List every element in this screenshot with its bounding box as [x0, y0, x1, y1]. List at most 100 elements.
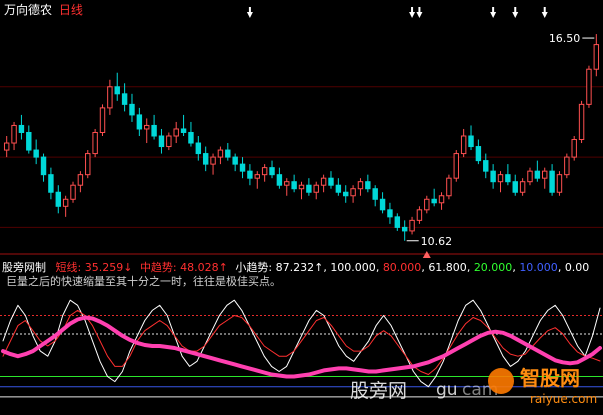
candle-body [490, 170, 496, 183]
high-price-label: 16.50 [549, 32, 581, 45]
candle-body [166, 135, 172, 148]
chart-background [0, 0, 603, 415]
candle-body [92, 131, 98, 155]
candle-body [556, 174, 563, 193]
candle-body [62, 198, 69, 207]
candle-body [70, 184, 76, 200]
candle-body [254, 174, 260, 179]
candle-body [99, 107, 106, 133]
legend-small-value: 87.232 [275, 261, 315, 274]
candle-body [320, 177, 327, 186]
indicator-annotation: 巨量之后的快速缩量至其十分之一时，往往是极佳买点。 [6, 275, 281, 288]
level-80-label: 80.000 [382, 261, 422, 274]
candle-body [387, 209, 393, 218]
candle-body [225, 149, 231, 158]
candle-body [3, 142, 10, 151]
candle-body [107, 86, 113, 109]
candle-body [136, 114, 143, 130]
candle-body [284, 181, 290, 186]
candle-body [239, 163, 246, 172]
candle-body [335, 184, 342, 193]
candle-body [497, 174, 504, 183]
candle-body [401, 226, 408, 232]
stock-chart-screen: 16.50 10.62 万向德农 日线 股旁网制 短线: 35.259↓ 中趋势:… [0, 0, 603, 415]
candle-body [505, 174, 511, 183]
low-price-label: 10.62 [421, 235, 453, 248]
candle-body [328, 177, 334, 186]
candle-body [55, 191, 61, 207]
candle-body [210, 156, 216, 165]
candle-body [416, 209, 423, 221]
candle-body [313, 184, 319, 193]
candle-body [232, 156, 238, 165]
candle-body [144, 124, 150, 130]
upper-panel-header: 万向德农 日线 [4, 1, 83, 18]
candle-body [483, 160, 489, 172]
candle-body [571, 139, 577, 158]
level-0-label: 0.00 [564, 261, 590, 274]
candle-body [586, 68, 592, 105]
candle-body [11, 124, 17, 144]
candle-body [195, 142, 202, 155]
candle-body [475, 146, 482, 162]
candle-body [350, 188, 356, 197]
candle-body [188, 131, 194, 144]
candle-body [114, 86, 120, 95]
candle-body [549, 170, 555, 193]
candle-body [202, 153, 209, 165]
candle-body [431, 198, 437, 204]
level-20-label: 20.000 [473, 261, 513, 274]
candle-body [151, 124, 157, 137]
candle-body [542, 170, 548, 179]
candle-body [77, 174, 84, 186]
candle-body [129, 103, 135, 116]
candle-body [269, 167, 275, 176]
candle-body [534, 170, 541, 179]
candle-body [468, 135, 474, 148]
candle-body [453, 153, 459, 179]
candle-body [247, 170, 253, 179]
candle-body [291, 181, 297, 190]
watermark-logo-icon [488, 368, 514, 394]
candle-body [578, 103, 585, 141]
candle-body [394, 216, 401, 228]
watermark-brand-url: raiyue.com [530, 392, 598, 406]
candle-body [298, 184, 305, 190]
watermark-brand: 智股网 [520, 366, 580, 390]
stock-name: 万向德农 [4, 3, 53, 17]
candle-body [48, 174, 54, 193]
level-10-label: 10.000 [519, 261, 558, 274]
legend-small-arrow: ↑ [314, 261, 324, 274]
candle-body [343, 191, 349, 197]
candle-body [519, 181, 526, 193]
candle-body [372, 188, 378, 200]
candle-body [33, 149, 39, 158]
candle-body [18, 124, 25, 133]
chart-canvas: 16.50 10.62 [0, 0, 603, 415]
candle-body [173, 128, 179, 137]
candle-body [527, 170, 533, 183]
candle-body [438, 195, 445, 204]
candle-body [593, 44, 600, 70]
period-label: 日线 [58, 3, 83, 17]
watermark-url-fragment: gu [436, 380, 458, 400]
candle-body [357, 181, 364, 190]
level-100-label: 100.000 [330, 261, 376, 274]
candle-body [460, 135, 467, 155]
candle-body [512, 181, 518, 193]
candle-body [40, 156, 47, 176]
candle-body [409, 219, 415, 232]
candle-body [217, 149, 224, 158]
watermark-site: 股旁网 [350, 380, 408, 402]
candle-body [180, 128, 187, 133]
candle-body [446, 177, 452, 197]
candle-body [158, 135, 165, 148]
candle-body [564, 156, 570, 176]
candle-body [379, 198, 386, 211]
candle-body [26, 131, 32, 151]
candle-body [85, 153, 91, 176]
candle-body [424, 198, 430, 211]
candle-body [306, 184, 312, 193]
level-618-label: 61.800 [428, 261, 467, 274]
candle-body [261, 167, 268, 176]
